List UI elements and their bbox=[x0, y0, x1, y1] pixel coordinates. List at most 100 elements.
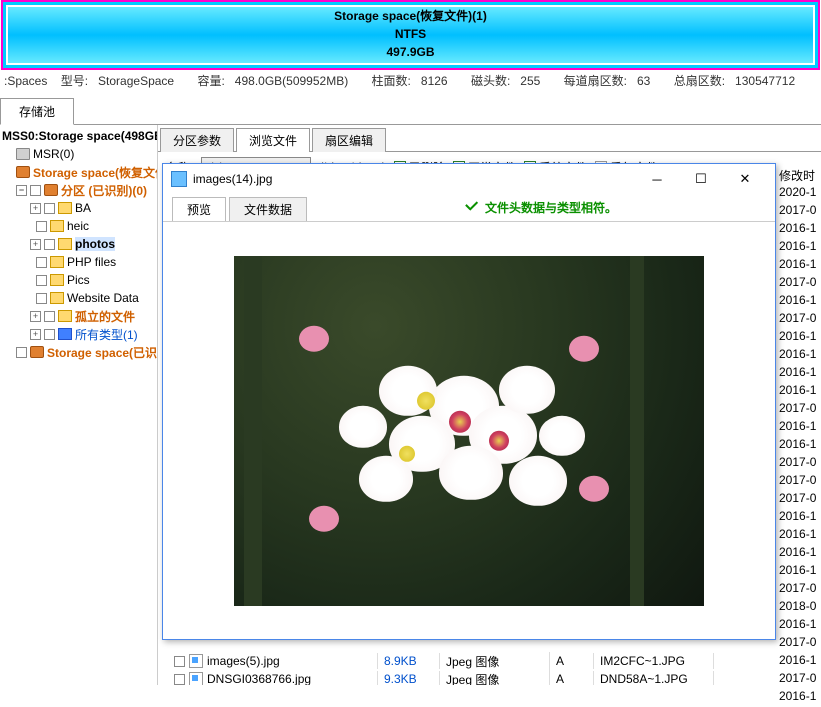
tree-folder-heic[interactable]: heic bbox=[34, 217, 157, 235]
close-button[interactable]: ✕ bbox=[723, 165, 767, 193]
file-name: DNSGI0368766.jpg bbox=[207, 672, 311, 685]
date-cell: 2016-1 bbox=[777, 419, 821, 437]
tree-known[interactable]: Storage space(已识 bbox=[0, 343, 157, 361]
file-row[interactable]: DNSGI0368766.jpg9.3KBJpeg 图像ADND58A~1.JP… bbox=[158, 670, 821, 685]
tree-all-types[interactable]: +所有类型(1) bbox=[28, 325, 157, 343]
tree-folder-pics[interactable]: Pics bbox=[34, 271, 157, 289]
folder-icon bbox=[50, 220, 64, 232]
drive-icon bbox=[16, 148, 30, 160]
date-cell: 2017-0 bbox=[777, 491, 821, 509]
folder-icon bbox=[50, 292, 64, 304]
date-cell: 2016-1 bbox=[777, 437, 821, 455]
checkbox[interactable] bbox=[44, 329, 55, 340]
file-row[interactable]: images(5).jpg8.9KBJpeg 图像AIM2CFC~1.JPG bbox=[158, 652, 821, 670]
tab-sector-edit[interactable]: 扇区编辑 bbox=[312, 128, 386, 152]
checkbox[interactable] bbox=[36, 293, 47, 304]
tab-partition-params[interactable]: 分区参数 bbox=[160, 128, 234, 152]
checkbox[interactable] bbox=[44, 311, 55, 322]
tab-file-data[interactable]: 文件数据 bbox=[229, 197, 307, 221]
tab-storage-pool[interactable]: 存储池 bbox=[0, 98, 74, 125]
row-checkbox[interactable] bbox=[174, 674, 185, 685]
date-cell: 2016-1 bbox=[777, 329, 821, 347]
preview-body bbox=[163, 222, 775, 639]
image-file-icon bbox=[171, 171, 187, 187]
image-file-icon bbox=[189, 654, 203, 668]
date-cell: 2016-1 bbox=[777, 689, 821, 707]
tree-root[interactable]: MSS0:Storage space(498GB) bbox=[0, 127, 157, 145]
tree-folder-webdata[interactable]: Website Data bbox=[34, 289, 157, 307]
partition-bar: Storage space(恢复文件)(1) NTFS 497.9GB bbox=[3, 2, 818, 68]
date-cell: 2017-0 bbox=[777, 581, 821, 599]
tree-folder-php[interactable]: PHP files bbox=[34, 253, 157, 271]
checkbox[interactable] bbox=[36, 275, 47, 286]
image-file-icon bbox=[189, 672, 203, 685]
expand-icon[interactable]: + bbox=[30, 203, 41, 214]
date-cell: 2018-0 bbox=[777, 599, 821, 617]
expand-icon[interactable]: + bbox=[30, 311, 41, 322]
folder-icon bbox=[50, 256, 64, 268]
info-cyl: 柱面数:8126 bbox=[372, 74, 458, 88]
tree-partition[interactable]: −分区 (已识别)(0) bbox=[14, 181, 157, 199]
file-attr: A bbox=[550, 653, 594, 669]
date-cell: 2017-0 bbox=[777, 203, 821, 221]
drive-icon bbox=[16, 166, 30, 178]
preview-image bbox=[234, 256, 704, 606]
date-cell: 2016-1 bbox=[777, 545, 821, 563]
checkbox[interactable] bbox=[44, 203, 55, 214]
date-cell: 2016-1 bbox=[777, 347, 821, 365]
folder-icon bbox=[58, 328, 72, 340]
left-tabs: 存储池 bbox=[0, 97, 821, 125]
file-type: Jpeg 图像 bbox=[440, 670, 550, 686]
date-cell: 2017-0 bbox=[777, 455, 821, 473]
date-cell: 2016-1 bbox=[777, 221, 821, 239]
folder-icon bbox=[50, 274, 64, 286]
file-attr: A bbox=[550, 671, 594, 685]
col-header-date[interactable]: 修改时 bbox=[777, 167, 821, 185]
maximize-button[interactable]: ☐ bbox=[679, 165, 723, 193]
row-checkbox[interactable] bbox=[174, 656, 185, 667]
tree-recovered[interactable]: Storage space(恢复文件) bbox=[0, 163, 157, 181]
date-cell: 2016-1 bbox=[777, 527, 821, 545]
tree-pane: MSS0:Storage space(498GB) MSR(0) Storage… bbox=[0, 125, 158, 685]
drive-icon bbox=[44, 184, 58, 196]
checkbox[interactable] bbox=[16, 347, 27, 358]
tab-browse-files[interactable]: 浏览文件 bbox=[236, 128, 310, 152]
checkbox[interactable] bbox=[44, 239, 55, 250]
file-size: 8.9KB bbox=[378, 653, 440, 669]
preview-title: images(14).jpg bbox=[193, 172, 635, 186]
preview-titlebar[interactable]: images(14).jpg ─ ☐ ✕ bbox=[163, 164, 775, 194]
date-cell: 2017-0 bbox=[777, 671, 821, 689]
info-spaces: :Spaces bbox=[4, 74, 47, 88]
date-cell: 2016-1 bbox=[777, 383, 821, 401]
date-cell: 2017-0 bbox=[777, 635, 821, 653]
info-cap: 容量:498.0GB(509952MB) bbox=[197, 74, 358, 88]
tree-folder-ba[interactable]: +BA bbox=[28, 199, 157, 217]
date-cell: 2016-1 bbox=[777, 617, 821, 635]
date-cell: 2016-1 bbox=[777, 563, 821, 581]
checkbox[interactable] bbox=[36, 257, 47, 268]
expand-icon[interactable]: + bbox=[30, 329, 41, 340]
tree-msr[interactable]: MSR(0) bbox=[0, 145, 157, 163]
file-name: images(5).jpg bbox=[207, 654, 280, 668]
tree-folder-photos[interactable]: +photos bbox=[28, 235, 157, 253]
date-cell: 2017-0 bbox=[777, 275, 821, 293]
tree-folder-orphan[interactable]: +孤立的文件 bbox=[28, 307, 157, 325]
tab-preview[interactable]: 预览 bbox=[172, 197, 226, 221]
date-cell: 2016-1 bbox=[777, 509, 821, 527]
partition-title: Storage space(恢复文件)(1) bbox=[8, 7, 813, 25]
expand-icon[interactable]: + bbox=[30, 239, 41, 250]
checkbox[interactable] bbox=[36, 221, 47, 232]
disk-info-row: :Spaces 型号:StorageSpace 容量:498.0GB(50995… bbox=[0, 68, 821, 93]
folder-icon bbox=[58, 310, 72, 322]
folder-icon bbox=[58, 238, 72, 250]
collapse-icon[interactable]: − bbox=[16, 185, 27, 196]
date-column: 修改时 2020-12017-02016-12016-12016-12017-0… bbox=[777, 167, 821, 707]
date-cell: 2016-1 bbox=[777, 257, 821, 275]
preview-window: images(14).jpg ─ ☐ ✕ 预览 文件数据 文件头数据与类型相符。 bbox=[162, 163, 776, 640]
file-shortname: DND58A~1.JPG bbox=[594, 671, 714, 685]
info-head: 磁头数:255 bbox=[471, 74, 550, 88]
date-cell: 2016-1 bbox=[777, 365, 821, 383]
checkbox[interactable] bbox=[30, 185, 41, 196]
check-icon bbox=[465, 202, 481, 214]
minimize-button[interactable]: ─ bbox=[635, 165, 679, 193]
